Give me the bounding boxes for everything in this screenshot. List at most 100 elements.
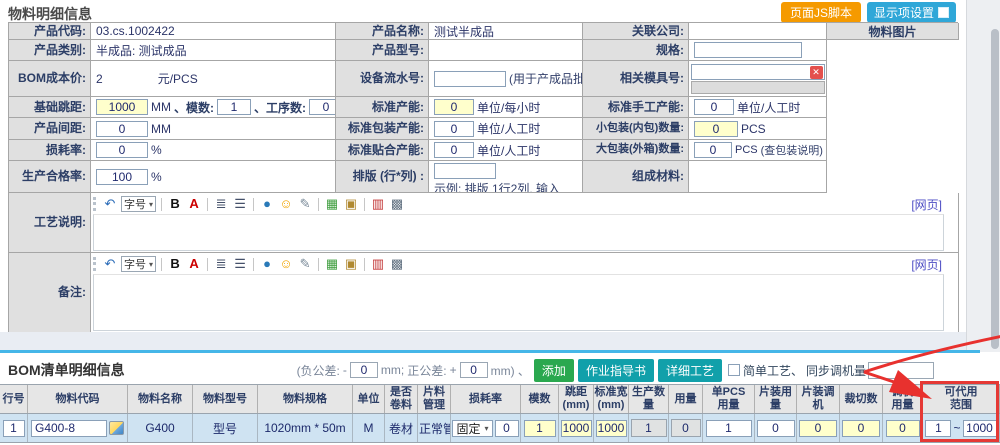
align-icon[interactable]: ≣ [213,196,229,212]
bom-column-header: 物料规格 [258,385,353,413]
undo-icon[interactable]: ↶ [102,196,118,212]
save-image-icon[interactable]: ▣ [343,196,359,212]
font-color-icon[interactable]: A [186,196,202,212]
adjust-usage-input[interactable] [886,420,920,437]
save-image-icon[interactable]: ▣ [343,256,359,272]
image-icon[interactable]: ▦ [324,256,340,272]
process-desc-label: 工艺说明: [9,193,91,253]
material-code-picker-icon[interactable] [109,421,124,435]
mold-no-readonly-field [691,81,825,94]
pos-tolerance-input[interactable] [460,362,488,378]
usage-readonly: 0 [671,419,701,437]
emoticon-icon[interactable]: ☺ [278,196,294,212]
layout-hint: 示例: 排版 1行2列, 输入 [434,180,560,193]
bom-column-header: 裁切数 [840,385,883,413]
process-count-input[interactable] [309,99,336,115]
material-image-area [827,40,959,193]
align-icon[interactable]: ≣ [213,256,229,272]
list-icon[interactable]: ☰ [232,196,248,212]
sheet-usage-input[interactable] [757,420,795,437]
mold-count-cell-input[interactable] [524,420,556,437]
std-width-input[interactable] [596,420,627,437]
display-settings-button[interactable]: 显示项设置 [867,2,956,23]
bom-column-header: 片装用量 [755,385,797,413]
sync-adjust-input[interactable] [868,362,934,379]
clear-mold-icon[interactable]: ✕ [810,66,823,79]
snapshot-icon[interactable]: ▩ [389,196,405,212]
jump-input[interactable] [561,420,592,437]
std-laminate-capacity-input[interactable] [434,142,474,158]
product-code-label: 产品代码: [9,23,91,40]
snapshot-icon[interactable]: ▩ [389,256,405,272]
bold-icon[interactable]: B [167,256,183,272]
line-no-input[interactable] [3,420,25,437]
material-code-input[interactable] [31,420,107,437]
neg-tolerance-input[interactable] [350,362,378,378]
pass-rate-input[interactable] [96,169,148,185]
flash-icon[interactable]: ▥ [370,196,386,212]
layout-input[interactable] [434,163,496,179]
inner-pack-qty-unit: PCS [741,122,766,136]
bom-table-row: G400 型号 1020mm * 50m M 卷材 正常管理 固定 ▾ 1 0 … [0,414,1000,443]
base-jump-input[interactable] [96,99,148,115]
process-webpage-link[interactable]: [网页] [911,196,942,213]
font-size-select[interactable]: 字号▾ [121,256,156,272]
sync-adjust-label: 同步调机量 [806,362,866,379]
edit-icon[interactable]: ✎ [297,196,313,212]
material-name-cell: G400 [128,414,193,442]
pass-rate-unit: % [151,170,162,184]
mod-count-input[interactable] [217,99,251,115]
loss-rate-input[interactable] [96,142,148,158]
bom-column-header: 单位 [353,385,385,413]
remark-editor-content[interactable] [93,274,944,331]
toolbar-drag-handle[interactable] [93,197,98,211]
detail-process-button[interactable]: 详细工艺 [658,359,722,382]
font-color-icon[interactable]: A [186,256,202,272]
inner-pack-qty-input[interactable] [694,121,738,137]
link-icon[interactable]: ● [259,196,275,212]
page-title: 物料明细信息 [8,4,92,24]
product-gap-input[interactable] [96,121,148,137]
work-instruction-button[interactable]: 作业指导书 [578,359,654,382]
remark-webpage-link[interactable]: [网页] [911,256,942,273]
toolbar-separator [364,198,365,211]
loss-type-select[interactable]: 固定 ▾ [452,420,492,437]
std-capacity-input[interactable] [434,99,474,115]
sheet-adjust-input[interactable] [799,420,837,437]
cut-count-input[interactable] [842,420,880,437]
edit-icon[interactable]: ✎ [297,256,313,272]
outer-pack-qty-input[interactable] [694,142,732,158]
page-js-script-button[interactable]: 页面JS脚本 [781,2,861,23]
material-image-header: 物料图片 [827,23,959,40]
std-pack-capacity-input[interactable] [434,121,474,137]
spec-input[interactable] [694,42,802,58]
sub-range-from-input[interactable] [925,420,951,437]
add-button[interactable]: 添加 [534,359,574,382]
simple-process-checkbox[interactable] [728,364,740,376]
product-gap-unit: MM [151,122,171,136]
list-icon[interactable]: ☰ [232,256,248,272]
flash-icon[interactable]: ▥ [370,256,386,272]
bom-column-header: 跳距 (mm) [559,385,594,413]
image-icon[interactable]: ▦ [324,196,340,212]
base-jump-unit: MM [151,100,171,114]
font-size-select[interactable]: 字号▾ [121,196,156,212]
scrollbar-thumb[interactable] [991,29,999,349]
std-manual-capacity-input[interactable] [694,99,734,115]
per-pcs-usage-input[interactable] [706,420,752,437]
bold-icon[interactable]: B [167,196,183,212]
emoticon-icon[interactable]: ☺ [278,256,294,272]
device-serial-input[interactable] [434,71,506,87]
scrollbar-track[interactable] [966,0,1000,352]
undo-icon[interactable]: ↶ [102,256,118,272]
link-icon[interactable]: ● [259,256,275,272]
sub-range-to-input[interactable] [963,420,997,437]
loss-value-input[interactable] [495,420,519,437]
bom-column-header: 调机 用量 [883,385,923,413]
display-settings-checkbox[interactable] [938,7,949,18]
mold-no-input[interactable] [691,64,825,80]
process-desc-editor: ↶字号▾ BA ≣☰ ●☺✎ ▦▣ ▥▩ [网页] [91,193,959,253]
bom-column-header: 生产数量 [629,385,669,413]
process-editor-content[interactable] [93,214,944,251]
toolbar-drag-handle[interactable] [93,257,98,271]
